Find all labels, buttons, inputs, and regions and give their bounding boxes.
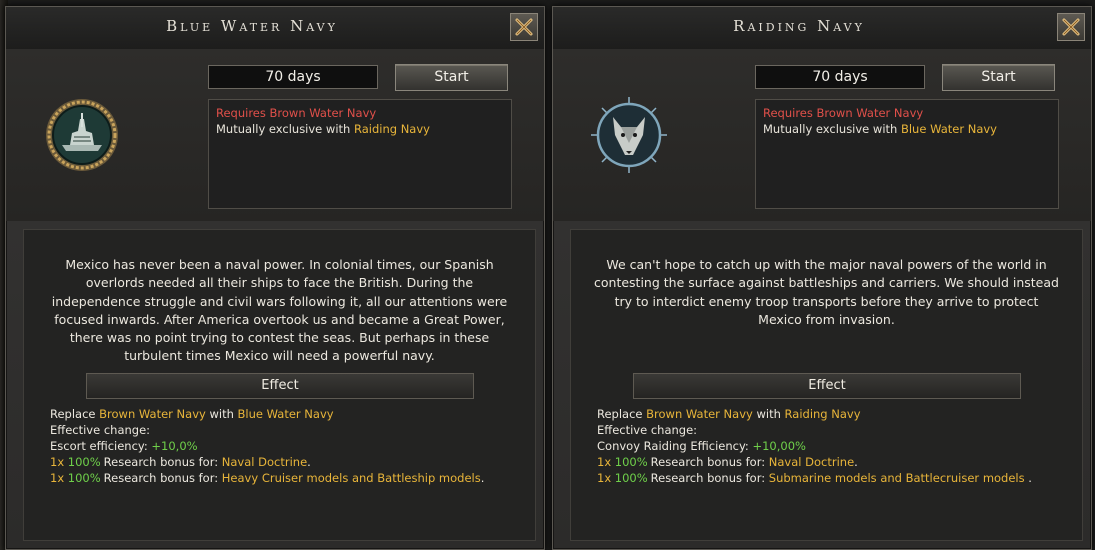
title-bar: Blue Water Navy xyxy=(6,7,544,50)
panel-title: Blue Water Navy xyxy=(166,17,338,35)
exclusive-prefix: Mutually exclusive with xyxy=(216,122,351,136)
requirement-line: Requires Brown Water Navy xyxy=(763,105,1051,121)
exclusive-name: Blue Water Navy xyxy=(900,122,997,136)
effect-header: Effect xyxy=(633,373,1021,399)
bonus-text: Research bonus for: xyxy=(103,455,219,469)
bonus-end: . xyxy=(854,455,858,469)
exclusive-line: Mutually exclusive with Raiding Navy xyxy=(216,121,504,137)
requirement-prefix: Requires xyxy=(216,106,266,120)
replace-word: Replace xyxy=(50,407,96,421)
description-area: We can't hope to catch up with the major… xyxy=(570,229,1083,541)
bonus-line-2: 1x 100% Research bonus for: Submarine mod… xyxy=(597,470,1072,486)
exclusive-name: Raiding Navy xyxy=(353,122,430,136)
effects-list: Replace Brown Water Navy with Raiding Na… xyxy=(597,406,1072,486)
bonus-percent: 100% xyxy=(67,471,101,485)
effective-change-label: Effective change: xyxy=(597,423,698,437)
replace-from: Brown Water Navy xyxy=(99,407,206,421)
stat-value: +10,00% xyxy=(752,439,806,453)
bonus-target: Heavy Cruiser models and Battleship mode… xyxy=(221,471,481,485)
start-button[interactable]: Start xyxy=(942,64,1055,91)
exclusive-prefix: Mutually exclusive with xyxy=(763,122,898,136)
close-icon xyxy=(1062,18,1080,36)
replace-to: Blue Water Navy xyxy=(237,407,334,421)
bonus-target: Submarine models and Battlecruiser model… xyxy=(768,471,1025,485)
focus-panel-raiding-navy: Raiding Navy 70 days Start Requires Brow… xyxy=(552,6,1092,550)
stat-line: Escort efficiency: +10,0% xyxy=(50,438,525,454)
start-button[interactable]: Start xyxy=(395,64,508,91)
effect-replace-line: Replace Brown Water Navy with Raiding Na… xyxy=(597,406,1072,422)
bonus-line-1: 1x 100% Research bonus for: Naval Doctrin… xyxy=(597,454,1072,470)
stat-label: Escort efficiency: xyxy=(50,439,148,453)
duration-display: 70 days xyxy=(755,65,925,89)
bonus-text: Research bonus for: xyxy=(103,471,219,485)
description-area: Mexico has never been a naval power. In … xyxy=(23,229,536,541)
replace-word: Replace xyxy=(597,407,643,421)
focus-header: 70 days Start Requires Brown Water Navy … xyxy=(6,49,544,221)
close-button[interactable] xyxy=(1057,13,1085,41)
focus-description: We can't hope to catch up with the major… xyxy=(594,257,1059,327)
bonus-line-1: 1x 100% Research bonus for: Naval Doctrin… xyxy=(50,454,525,470)
close-button[interactable] xyxy=(510,13,538,41)
battleship-emblem-icon xyxy=(46,99,118,171)
effects-list: Replace Brown Water Navy with Blue Water… xyxy=(50,406,525,486)
bonus-multiplier: 1x xyxy=(50,455,65,469)
title-bar: Raiding Navy xyxy=(553,7,1091,50)
exclusive-line: Mutually exclusive with Blue Water Navy xyxy=(763,121,1051,137)
close-icon xyxy=(515,18,533,36)
bonus-end: . xyxy=(1024,471,1032,485)
focus-panel-blue-water-navy: Blue Water Navy 70 days Start Requires B… xyxy=(5,6,545,550)
bonus-multiplier: 1x xyxy=(597,455,612,469)
stat-line: Convoy Raiding Efficiency: +10,00% xyxy=(597,438,1072,454)
panel-title: Raiding Navy xyxy=(733,17,865,35)
with-word: with xyxy=(209,407,234,421)
bonus-end: . xyxy=(480,471,485,485)
bonus-text: Research bonus for: xyxy=(650,455,766,469)
bonus-line-2: 1x 100% Research bonus for: Heavy Cruiser… xyxy=(50,470,525,486)
focus-header: 70 days Start Requires Brown Water Navy … xyxy=(553,49,1091,221)
focus-description: Mexico has never been a naval power. In … xyxy=(51,257,508,364)
stat-value: +10,0% xyxy=(151,439,198,453)
bonus-target: Naval Doctrine xyxy=(221,455,308,469)
requirement-line: Requires Brown Water Navy xyxy=(216,105,504,121)
bonus-text: Research bonus for: xyxy=(650,471,766,485)
requirement-name: Brown Water Navy xyxy=(269,106,377,120)
requirement-prefix: Requires xyxy=(763,106,813,120)
wolf-emblem-icon xyxy=(591,97,667,173)
bonus-end: . xyxy=(307,455,311,469)
requirements-box: Requires Brown Water Navy Mutually exclu… xyxy=(208,99,512,209)
requirement-name: Brown Water Navy xyxy=(816,106,924,120)
bonus-target: Naval Doctrine xyxy=(768,455,855,469)
effect-header: Effect xyxy=(86,373,474,399)
bonus-multiplier: 1x xyxy=(597,471,612,485)
bonus-multiplier: 1x xyxy=(50,471,65,485)
replace-from: Brown Water Navy xyxy=(646,407,753,421)
bonus-percent: 100% xyxy=(614,471,648,485)
effect-replace-line: Replace Brown Water Navy with Blue Water… xyxy=(50,406,525,422)
bonus-percent: 100% xyxy=(614,455,648,469)
duration-display: 70 days xyxy=(208,65,378,89)
bonus-percent: 100% xyxy=(67,455,101,469)
replace-to: Raiding Navy xyxy=(784,407,861,421)
effective-change-label: Effective change: xyxy=(50,423,151,437)
with-word: with xyxy=(756,407,781,421)
stat-label: Convoy Raiding Efficiency: xyxy=(597,439,749,453)
requirements-box: Requires Brown Water Navy Mutually exclu… xyxy=(755,99,1059,209)
